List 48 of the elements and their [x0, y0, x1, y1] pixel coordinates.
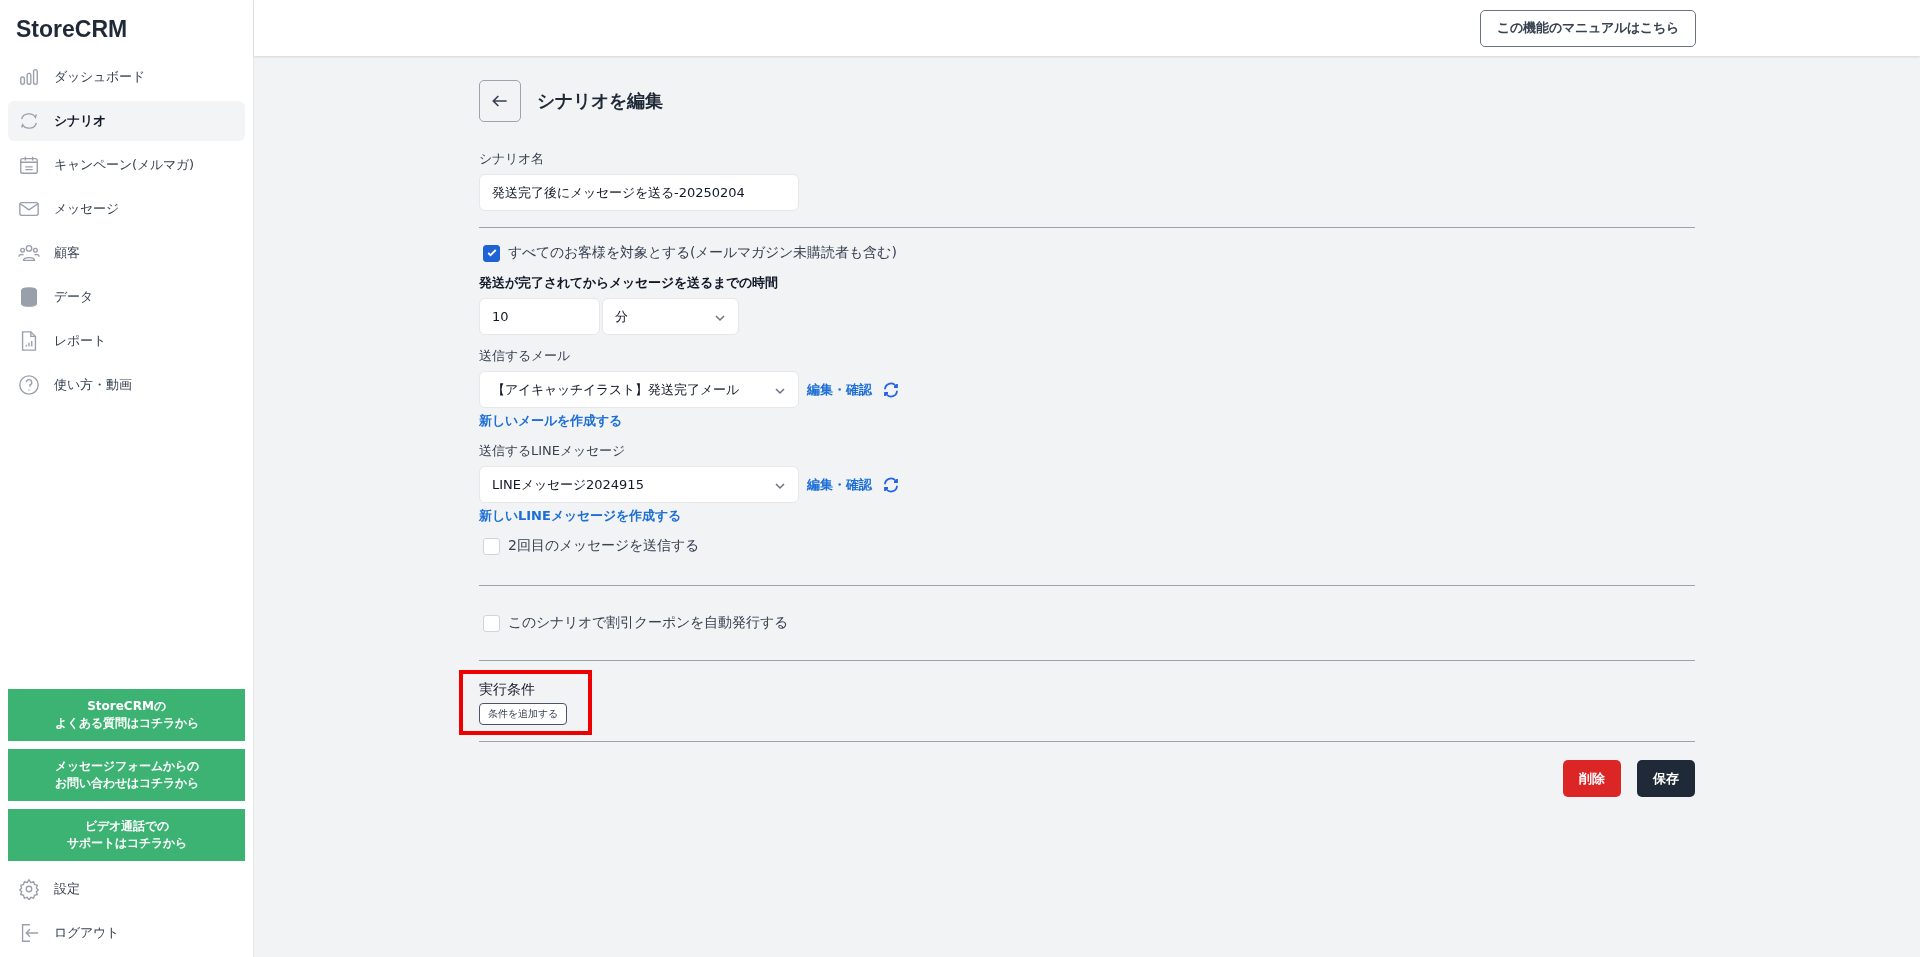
- checkbox-label: 2回目のメッセージを送信する: [508, 537, 699, 555]
- line-message-dropdown[interactable]: LINEメッセージ2024915: [479, 466, 799, 503]
- checkbox[interactable]: [483, 244, 500, 262]
- people-icon: [18, 242, 40, 264]
- app-logo: StoreCRM: [16, 16, 129, 43]
- add-condition-button[interactable]: 条件を追加する: [479, 703, 567, 725]
- chevron-down-icon: [774, 385, 786, 397]
- sidebar-item[interactable]: ダッシュボード: [8, 57, 245, 97]
- check-icon: [485, 247, 498, 259]
- refresh-icon: [18, 110, 40, 132]
- page-title: シナリオを編集: [537, 89, 663, 113]
- delay-field[interactable]: 10: [479, 298, 600, 335]
- bar-chart-icon: [18, 66, 40, 88]
- calendar-icon: [18, 154, 40, 176]
- database-icon: [18, 286, 40, 308]
- field-label: シナリオ名: [479, 150, 544, 168]
- field-label: 送信するLINEメッセージ: [479, 442, 625, 460]
- manual-button[interactable]: この機能のマニュアルはこちら: [1480, 9, 1696, 47]
- sidebar-item[interactable]: メッセージ: [8, 189, 245, 229]
- sidebar-item[interactable]: レポート: [8, 321, 245, 361]
- sidebar-item[interactable]: ログアウト: [8, 913, 245, 953]
- sidebar-item[interactable]: 顧客: [8, 233, 245, 273]
- scenario-name-field[interactable]: 発送完了後にメッセージを送る-20250204: [479, 174, 799, 211]
- refresh-icon[interactable]: [882, 475, 900, 494]
- back-button[interactable]: [479, 80, 521, 122]
- refresh-icon[interactable]: [882, 380, 900, 399]
- create-link[interactable]: 新しいメールを作成する: [479, 412, 622, 430]
- sidebar-item[interactable]: 使い方・動画: [8, 365, 245, 405]
- sidebar-item[interactable]: データ: [8, 277, 245, 317]
- mail-dropdown[interactable]: 【アイキャッチイラスト】発送完了メール: [479, 371, 799, 408]
- checkbox-label: このシナリオで割引クーポンを自動発行する: [508, 614, 788, 632]
- delete-button[interactable]: 削除: [1563, 760, 1621, 797]
- section-title: 実行条件: [479, 681, 536, 699]
- chevron-down-icon: [774, 480, 786, 492]
- sidebar-item[interactable]: キャンペーン(メルマガ): [8, 145, 245, 185]
- field-label: 送信するメール: [479, 347, 570, 365]
- gear-icon: [18, 878, 40, 900]
- sidebar-item[interactable]: 設定: [8, 869, 245, 909]
- save-button[interactable]: 保存: [1637, 760, 1695, 797]
- checkbox-label: すべてのお客様を対象とする(メールマガジン未購読者も含む): [508, 244, 897, 262]
- edit-link[interactable]: 編集・確認: [807, 380, 872, 399]
- field-label: 発送が完了されてからメッセージを送るまでの時間: [479, 274, 778, 292]
- create-link[interactable]: 新しいLINEメッセージを作成する: [479, 507, 681, 525]
- chevron-down-icon: [714, 312, 726, 324]
- unit-dropdown[interactable]: 分: [602, 298, 739, 335]
- sidebar-item[interactable]: シナリオ: [8, 101, 245, 141]
- edit-link[interactable]: 編集・確認: [807, 475, 872, 494]
- question-icon: [18, 374, 40, 396]
